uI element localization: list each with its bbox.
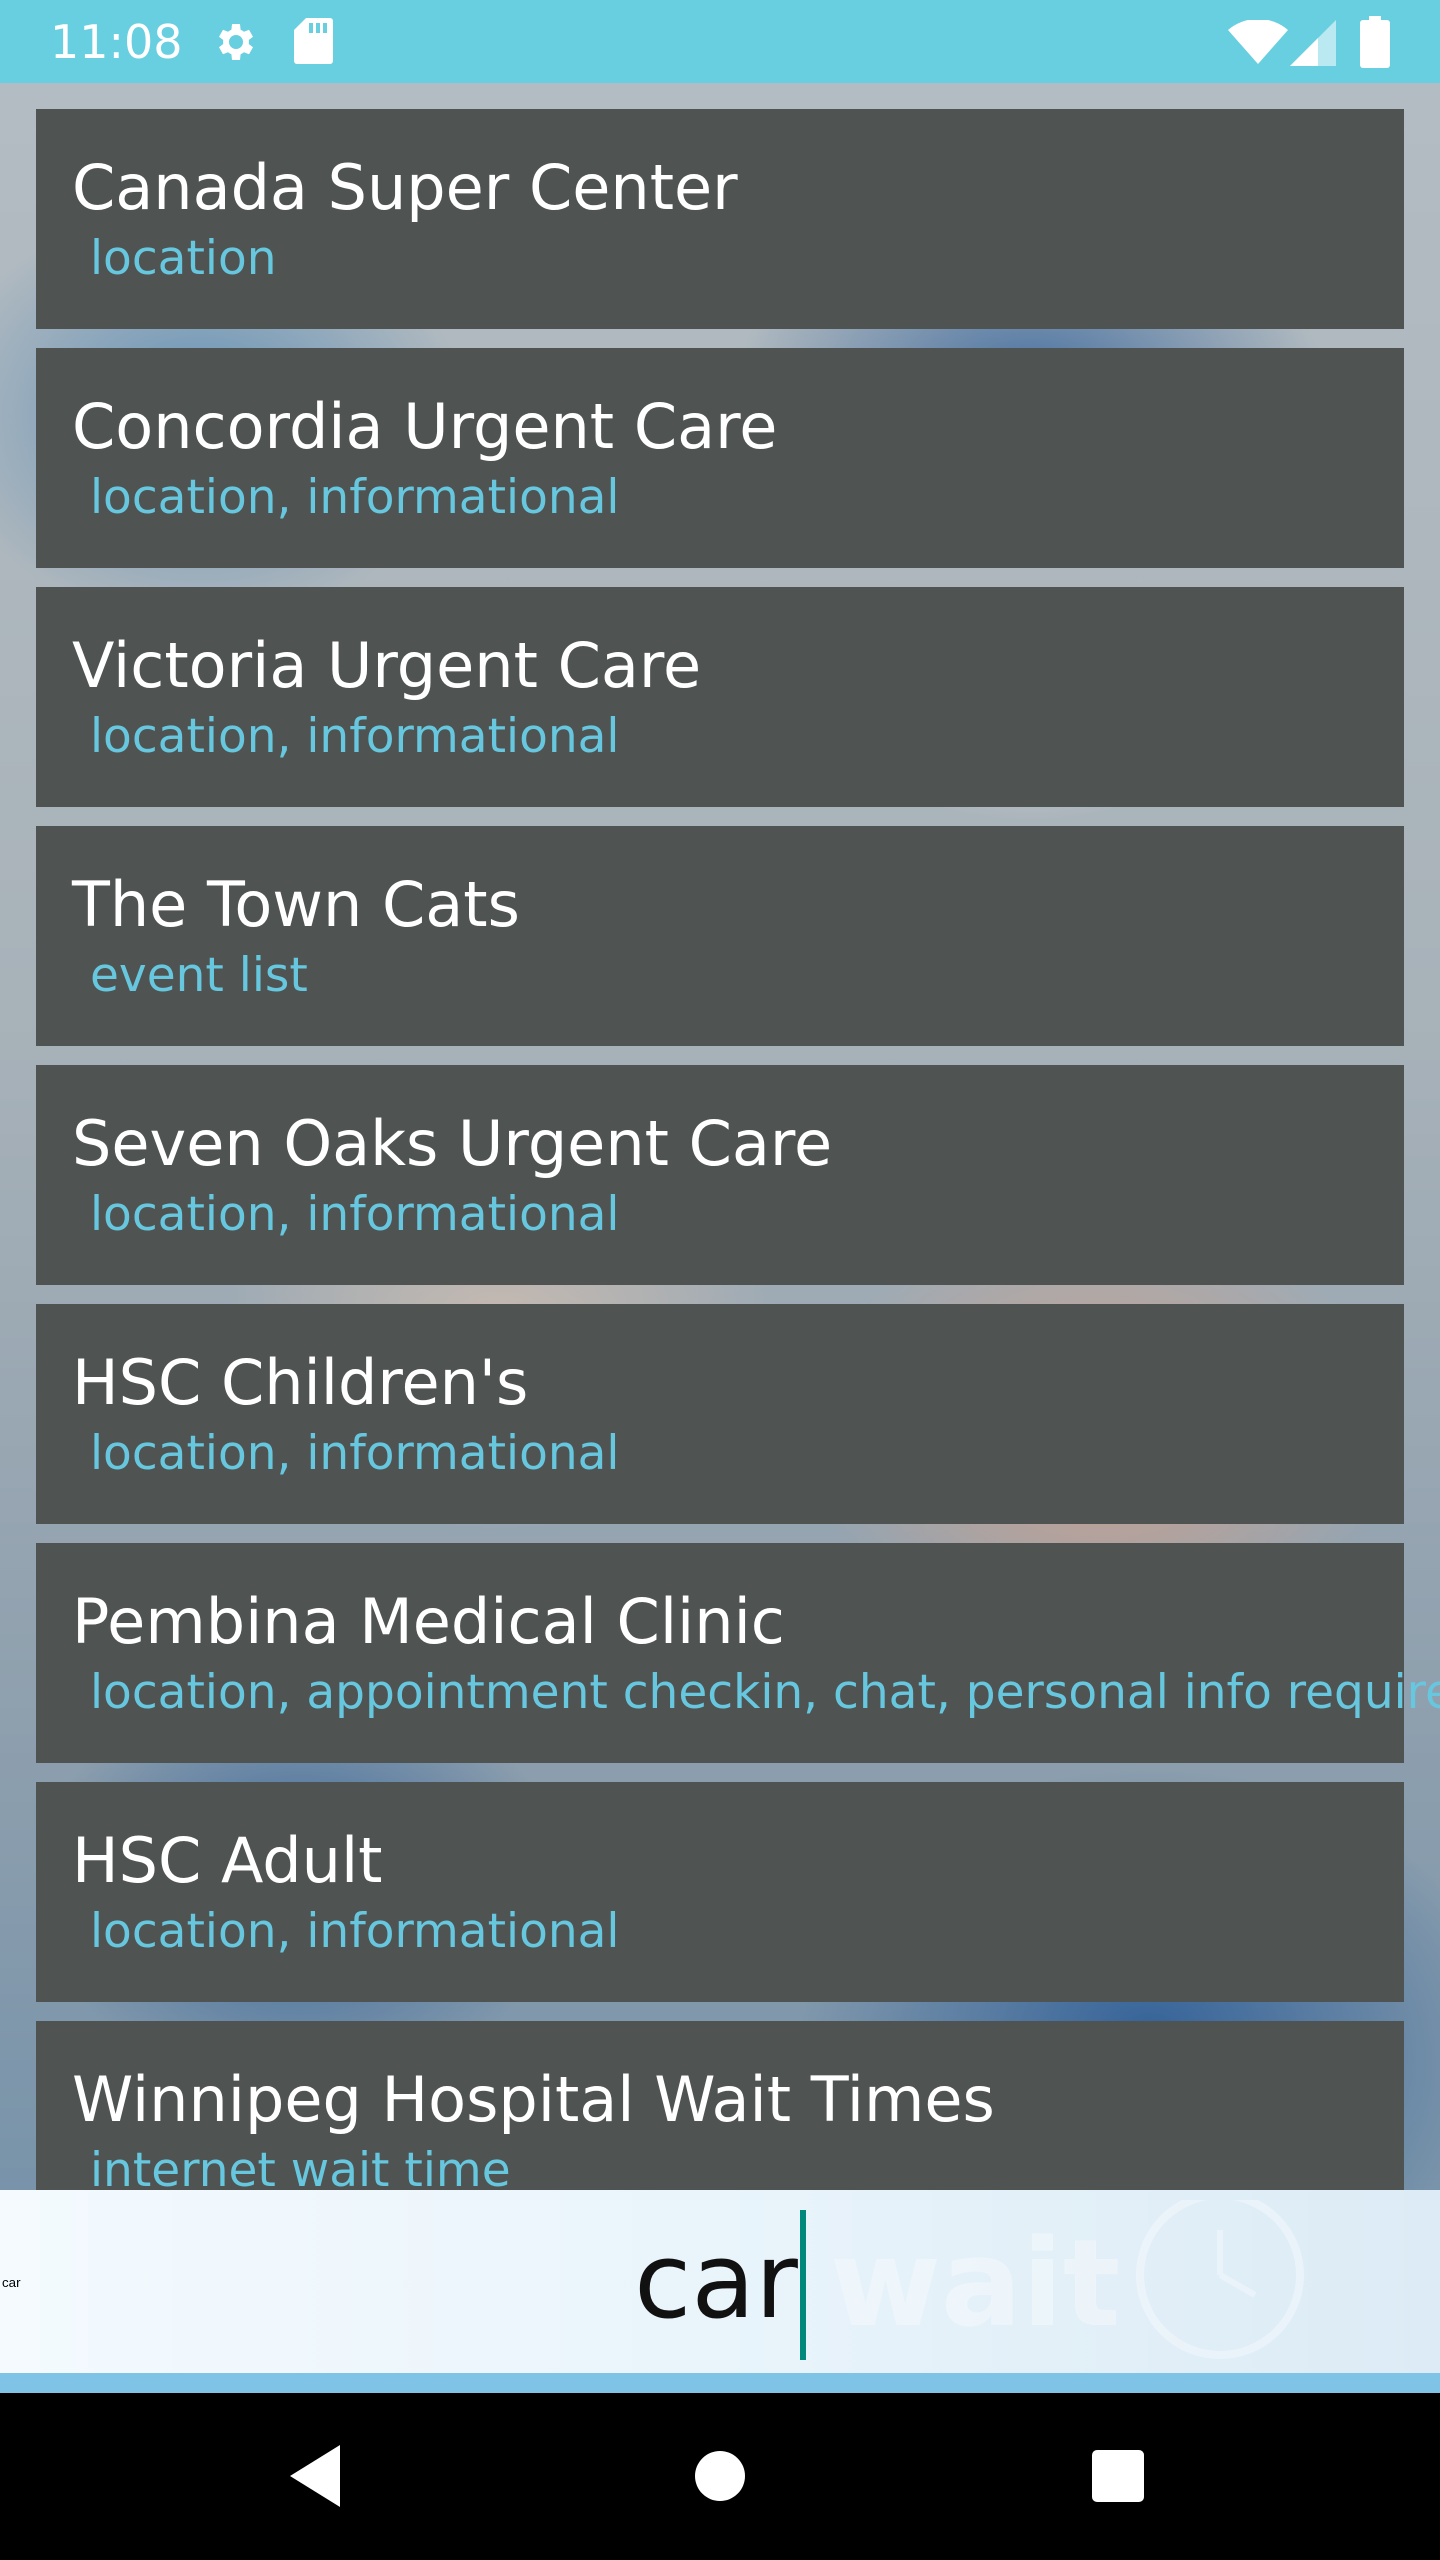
navigation-bar xyxy=(0,2393,1440,2560)
list-item-title: The Town Cats xyxy=(72,868,520,941)
list-item-tags: location, appointment checkin, chat, per… xyxy=(90,1665,1440,1720)
recents-icon[interactable] xyxy=(1073,2431,1163,2521)
search-input[interactable] xyxy=(0,2190,1440,2375)
search-bar: wait car xyxy=(0,2190,1440,2375)
list-item-title: Victoria Urgent Care xyxy=(72,629,702,702)
list-item-tags: location, informational xyxy=(90,709,620,764)
list-item[interactable]: HSC Children's location, informational xyxy=(36,1304,1404,1524)
home-icon[interactable] xyxy=(675,2431,765,2521)
list-item-tags: location, informational xyxy=(90,1426,620,1481)
bottom-divider xyxy=(0,2373,1440,2393)
list-item-title: Seven Oaks Urgent Care xyxy=(72,1107,833,1180)
list-item[interactable]: Seven Oaks Urgent Care location, informa… xyxy=(36,1065,1404,1285)
list-item-title: Winnipeg Hospital Wait Times xyxy=(72,2063,995,2136)
list-item-title: HSC Adult xyxy=(72,1824,383,1897)
list-item[interactable]: Canada Super Center location xyxy=(36,109,1404,329)
status-time: 11:08 xyxy=(50,15,183,69)
list-item-title: Concordia Urgent Care xyxy=(72,390,778,463)
list-item-tags: location xyxy=(90,231,277,286)
list-item-title: Pembina Medical Clinic xyxy=(72,1585,785,1658)
list-item-title: Canada Super Center xyxy=(72,151,738,224)
list-item[interactable]: Pembina Medical Clinic location, appoint… xyxy=(36,1543,1440,1763)
list-item-tags: location, informational xyxy=(90,470,620,525)
list-item[interactable]: The Town Cats event list xyxy=(36,826,1404,1046)
wifi-icon xyxy=(1228,18,1288,68)
sd-card-icon xyxy=(292,16,334,70)
app-screen: 11:08 Canada Super Center location Conco… xyxy=(0,0,1440,2560)
back-icon[interactable] xyxy=(272,2431,362,2521)
list-item[interactable]: HSC Adult location, informational xyxy=(36,1782,1404,2002)
battery-icon xyxy=(1360,16,1390,72)
list-item[interactable]: Concordia Urgent Care location, informat… xyxy=(36,348,1404,568)
settings-gear-icon xyxy=(212,18,260,70)
list-item-title: HSC Children's xyxy=(72,1346,529,1419)
list-item-tags: event list xyxy=(90,948,308,1003)
status-bar: 11:08 xyxy=(0,0,1440,83)
list-item-tags: location, informational xyxy=(90,1187,620,1242)
list-item[interactable]: Victoria Urgent Care location, informati… xyxy=(36,587,1404,807)
cell-signal-icon xyxy=(1290,20,1336,70)
list-item-tags: location, informational xyxy=(90,1904,620,1959)
